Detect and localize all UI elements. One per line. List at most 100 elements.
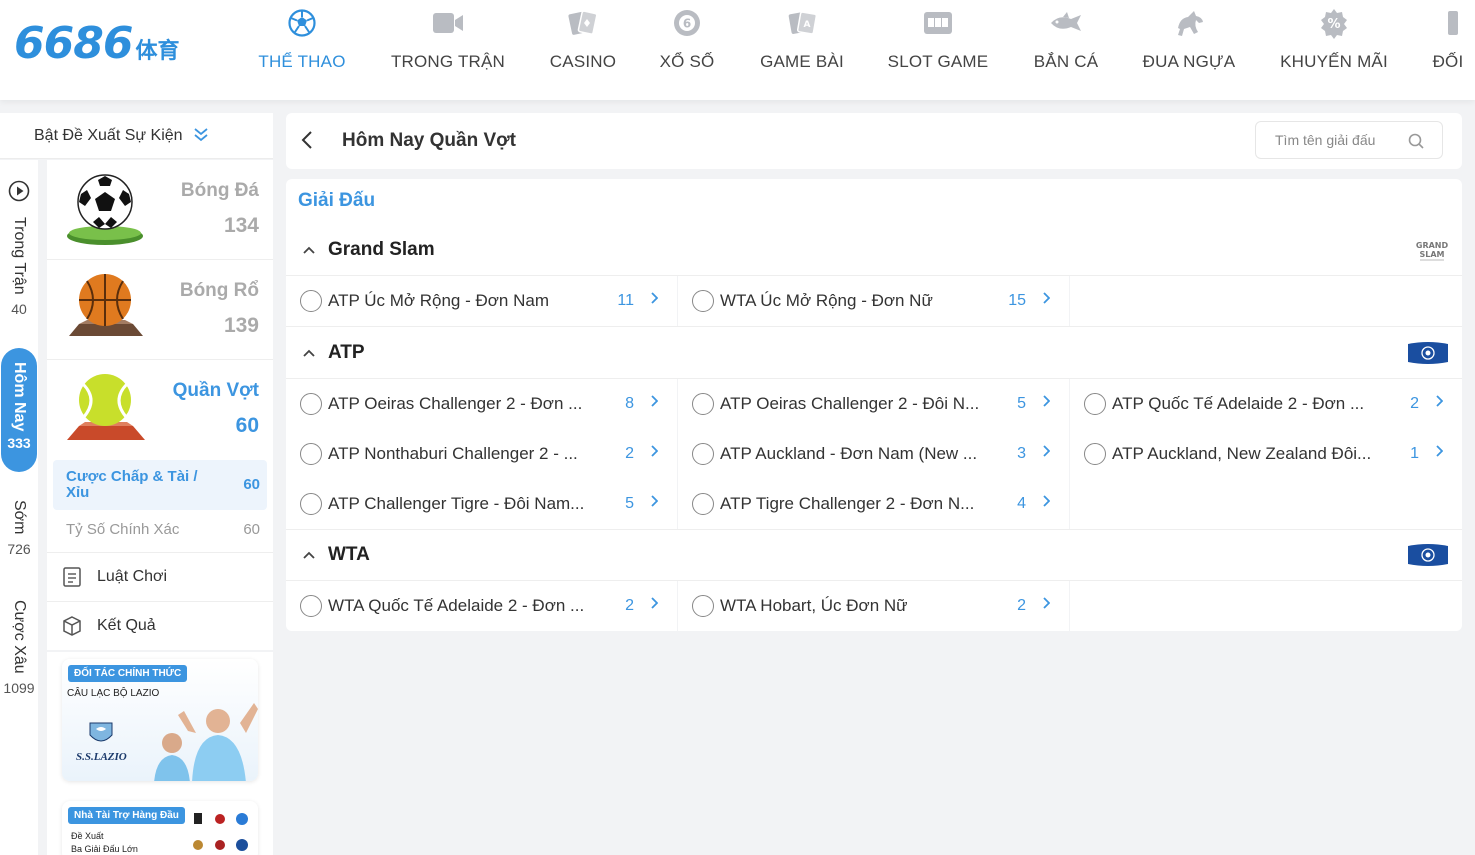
rail-item-early[interactable]: Sớm 726 [0,500,38,557]
search-box[interactable] [1255,121,1443,159]
chevron-up-icon [302,547,328,563]
nav-item-the-thao[interactable]: THỂ THAO [257,0,347,100]
radio-button[interactable] [692,393,714,415]
group-header-wta[interactable]: WTA [286,531,1462,579]
league-row: ATP Úc Mở Rộng - Đơn Nam 11 WTA Úc Mở Rộ… [286,276,1462,326]
sport-item-soccer[interactable]: Bóng Đá 134 [47,160,273,260]
league-count: 2 [1017,597,1026,614]
league-item[interactable]: ATP Auckland, New Zealand Đôi... 1 [1070,429,1462,479]
radio-button[interactable] [300,595,322,617]
league-item[interactable]: ATP Challenger Tigre - Đôi Nam... 5 [286,479,677,529]
svg-text:6: 6 [683,17,691,31]
chevron-right-icon [1042,291,1051,310]
players-photo [142,693,258,781]
sport-item-tennis[interactable]: Quần Vợt 60 [47,360,273,460]
radio-button[interactable] [692,443,714,465]
league-item[interactable]: ATP Oeiras Challenger 2 - Đôi N... 5 [678,379,1069,429]
divider [286,326,1462,327]
chevron-right-icon [650,494,659,513]
nav-label: SLOT GAME [887,52,989,71]
rail-item-parlay[interactable]: Cược Xâu 1099 [0,600,38,696]
search-icon[interactable] [1408,133,1424,154]
league-count: 5 [1017,395,1026,412]
nav-item-trong-tran[interactable]: TRONG TRẬN [389,0,507,100]
radio-button[interactable] [300,290,322,312]
lazio-partner-banner[interactable]: ĐỐI TÁC CHÍNH THỨC CÂU LẠC BỘ LAZIO S.S.… [62,659,258,781]
sub-bet-label: Tỷ Số Chính Xác [66,520,180,538]
sport-count: 134 [223,214,259,237]
nav-label: ĐUA NGỰA [1142,52,1236,71]
suggest-events-toggle[interactable]: Bật Đề Xuất Sự Kiện [0,113,273,159]
league-item[interactable]: ATP Úc Mở Rộng - Đơn Nam 11 [286,276,677,326]
league-count: 11 [617,292,634,309]
rail-count: 40 [11,300,27,317]
page-title: Hôm Nay Quần Vợt [342,130,516,151]
nav-item-xo-so[interactable]: 6 XỔ SỐ [657,0,717,100]
menu-results[interactable]: Kết Quả [47,601,273,650]
sub-bet-handicap-ou[interactable]: Cược Chấp & Tài / Xỉu 60 [53,460,267,510]
nav-item-ban-ca[interactable]: BẮN CÁ [1030,0,1102,100]
svg-text:%: % [1327,17,1340,32]
league-item[interactable]: WTA Úc Mở Rộng - Đơn Nữ 15 [678,276,1069,326]
rail-label: Sớm [11,500,28,535]
league-item[interactable]: ATP Nonthaburi Challenger 2 - ... 2 [286,429,677,479]
market-type-rail: Trong Trận 40 Hôm Nay 333 Sớm 726 Cược X… [0,160,38,855]
sport-item-basketball[interactable]: Bóng Rổ 139 [47,260,273,360]
group-header-grand-slam[interactable]: Grand Slam GRAND SLAM [286,226,1462,274]
nav-item-khuyen-mai[interactable]: % KHUYẾN MÃI [1278,0,1390,100]
rail-count: 333 [7,435,31,452]
league-name: ATP Auckland - Đơn Nam (New ... [720,444,978,463]
empty-cell [1070,276,1462,326]
radio-button[interactable] [1084,443,1106,465]
league-item[interactable]: WTA Hobart, Úc Đơn Nữ 2 [678,581,1069,631]
radio-button[interactable] [300,443,322,465]
group-header-atp[interactable]: ATP [286,329,1462,377]
nav-item-game-bai[interactable]: A GAME BÀI [757,0,847,100]
chevron-right-icon [1042,596,1051,615]
sub-bet-correct-score[interactable]: Tỷ Số Chính Xác 60 [47,510,273,548]
league-row: ATP Challenger Tigre - Đôi Nam... 5 ATP … [286,479,1462,529]
sponsor-banner[interactable]: Nhà Tài Trợ Hàng Đầu Đề Xuất Ba Giải Đấu… [62,801,258,855]
radio-button[interactable] [692,595,714,617]
brand-logo[interactable]: 6686 体育 [14,18,179,69]
nav-item-doi[interactable]: ĐỐI [1428,0,1468,100]
club-crests-icon [190,811,254,855]
rail-label: Cược Xâu [11,600,28,674]
league-item[interactable]: ATP Quốc Tế Adelaide 2 - Đơn ... 2 [1070,379,1462,429]
league-count: 2 [625,597,634,614]
radio-button[interactable] [692,290,714,312]
nav-item-dua-ngua[interactable]: ĐUA NGỰA [1140,0,1238,100]
rail-item-live[interactable]: Trong Trận 40 [0,180,38,317]
league-item[interactable]: ATP Auckland - Đơn Nam (New ... 3 [678,429,1069,479]
sub-bet-count: 60 [243,520,260,538]
nav-label: CASINO [549,52,617,71]
league-name: ATP Nonthaburi Challenger 2 - ... [328,444,578,463]
radio-button[interactable] [300,493,322,515]
partner-icon [1431,6,1465,40]
rail-item-today[interactable]: Hôm Nay 333 [1,348,37,472]
svg-text:GRAND: GRAND [1416,241,1448,250]
divider [286,529,1462,530]
league-item[interactable]: ATP Tigre Challenger 2 - Đơn N... 4 [678,479,1069,529]
nav-label: THỂ THAO [258,52,346,71]
radio-button[interactable] [1084,393,1106,415]
league-count: 15 [1008,292,1026,309]
league-item[interactable]: ATP Oeiras Challenger 2 - Đơn ... 8 [286,379,677,429]
league-count: 4 [1017,495,1026,512]
search-input[interactable] [1275,132,1403,148]
nav-item-casino[interactable]: CASINO [547,0,619,100]
percent-gear-icon: % [1317,6,1351,40]
league-item[interactable]: WTA Quốc Tế Adelaide 2 - Đơn ... 2 [286,581,677,631]
empty-cell [1070,479,1462,529]
promo-line: Đề Xuất [71,831,104,841]
menu-rules[interactable]: Luật Chơi [47,552,273,601]
radio-button[interactable] [300,393,322,415]
lazio-crest-icon [86,721,116,752]
nav-item-slot-game[interactable]: SLOT GAME [885,0,991,100]
video-camera-icon [431,6,465,40]
lottery-ball-icon: 6 [670,6,704,40]
league-name: WTA Hobart, Úc Đơn Nữ [720,596,908,615]
radio-button[interactable] [692,493,714,515]
back-arrow-icon[interactable] [300,129,314,157]
sub-bet-label: Cược Chấp & Tài / Xỉu [66,468,198,501]
